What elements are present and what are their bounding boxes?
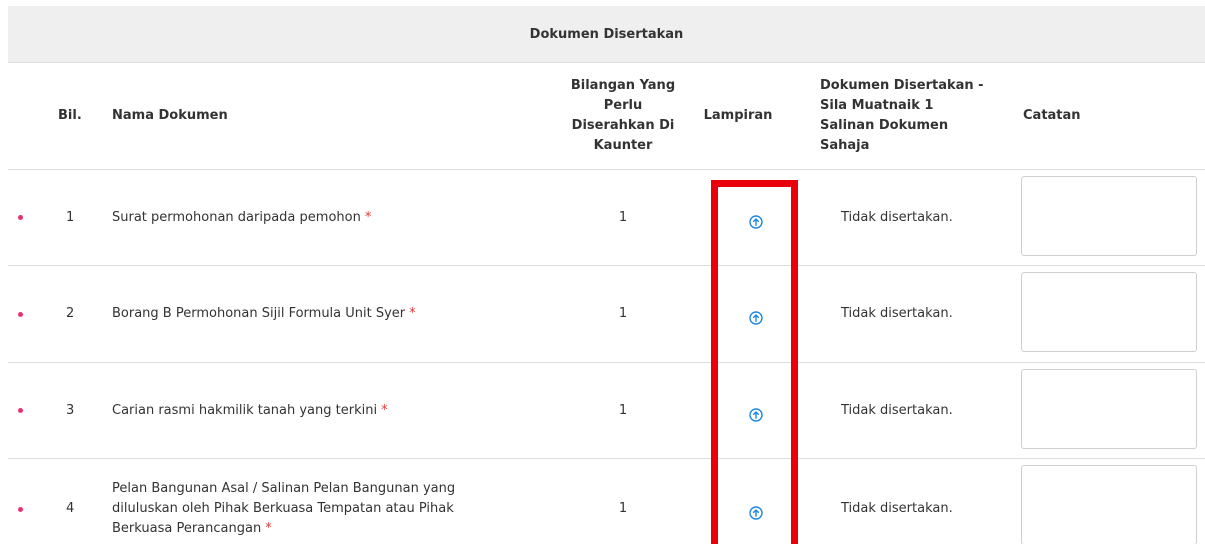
header-bilangan: Bilangan Yang Perlu Diserahkan Di Kaunte… [570, 77, 676, 153]
header-nama-dokumen: Nama Dokumen [112, 107, 228, 123]
row-lampiran [698, 467, 813, 544]
note-field[interactable] [1021, 369, 1197, 449]
row-lampiran [698, 371, 813, 458]
upload-icon[interactable] [748, 311, 763, 325]
header-bil: Bil. [58, 107, 82, 123]
table-row: 1 Surat permohonan daripada pemohon * 1 T… [8, 170, 1205, 266]
row-nama-text: Pelan Bangunan Asal / Salinan Pelan Bang… [112, 481, 456, 536]
upload-icon[interactable] [748, 407, 763, 422]
row-bilangan: 1 [618, 501, 628, 516]
note-field[interactable] [1021, 272, 1197, 352]
header-catatan: Catatan [1023, 107, 1081, 123]
row-bil: 1 [66, 209, 75, 225]
header-lampiran: Lampiran [703, 107, 773, 123]
required-mark: * [409, 306, 416, 321]
row-bil: 3 [66, 402, 75, 418]
upload-icon[interactable] [748, 214, 763, 229]
row-bullet [18, 266, 23, 362]
row-status: Tidak disertakan. [841, 209, 953, 225]
row-lampiran [698, 178, 813, 265]
row-status: Tidak disertakan. [841, 306, 953, 321]
note-field[interactable] [1021, 465, 1197, 544]
row-nama-dokumen: Borang B Permohonan Sijil Formula Unit S… [112, 266, 532, 362]
row-nama-text: Carian rasmi hakmilik tanah yang terkini [112, 402, 378, 418]
note-field[interactable] [1021, 176, 1197, 256]
table-row: 4 Pelan Bangunan Asal / Salinan Pelan Ba… [8, 459, 1205, 544]
row-bilangan: 1 [618, 209, 628, 225]
row-nama-text: Surat permohonan daripada pemohon [112, 209, 361, 225]
row-nama-dokumen: Carian rasmi hakmilik tanah yang terkini… [112, 363, 532, 458]
row-nama-dokumen: Pelan Bangunan Asal / Salinan Pelan Bang… [112, 459, 502, 544]
required-mark: * [381, 402, 388, 418]
row-status: Tidak disertakan. [841, 501, 953, 516]
header-dokumen-disertakan: Dokumen Disertakan - Sila Muatnaik 1 Sal… [820, 77, 984, 153]
row-bilangan: 1 [618, 402, 628, 418]
row-bullet [18, 363, 23, 458]
upload-icon[interactable] [748, 506, 763, 520]
row-bilangan: 1 [618, 306, 628, 321]
table-row: 3 Carian rasmi hakmilik tanah yang terki… [8, 363, 1205, 459]
row-nama-text: Borang B Permohonan Sijil Formula Unit S… [112, 306, 406, 321]
row-bullet [18, 459, 23, 544]
row-nama-dokumen: Surat permohonan daripada pemohon * [112, 170, 532, 265]
section-title: Dokumen Disertakan [529, 26, 684, 42]
required-mark: * [364, 209, 372, 225]
row-bil: 4 [66, 501, 75, 516]
documents-panel: Dokumen Disertakan Bil. Nama Dokumen Bil… [0, 0, 1205, 544]
section-header: Dokumen Disertakan [8, 6, 1205, 63]
row-lampiran [698, 274, 813, 362]
row-bil: 2 [66, 306, 75, 321]
row-status: Tidak disertakan. [841, 402, 953, 418]
row-bullet [18, 170, 23, 265]
required-mark: * [265, 521, 272, 536]
table-header-row: Bil. Nama Dokumen Bilangan Yang Perlu Di… [8, 62, 1205, 170]
table-row: 2 Borang B Permohonan Sijil Formula Unit… [8, 266, 1205, 363]
